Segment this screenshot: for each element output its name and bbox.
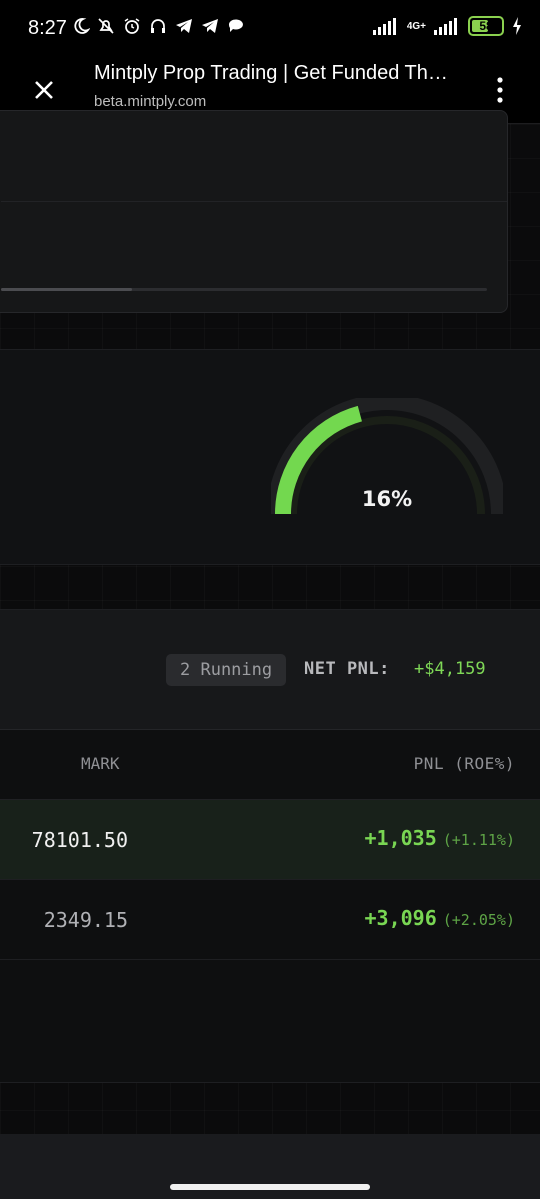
pnl-cell: +1,035 (+1.11%) bbox=[365, 826, 516, 850]
chart-panel bbox=[0, 110, 508, 313]
positions-panel: 2 Running NET PNL: +$4,159 MARK PNL (ROE… bbox=[0, 609, 540, 1083]
network-type: 4G+ bbox=[406, 20, 426, 32]
pnl-value: +1,035 bbox=[364, 826, 437, 850]
roe-value: (+1.11%) bbox=[442, 831, 515, 849]
battery-icon: 58 bbox=[468, 16, 504, 36]
charging-icon bbox=[513, 17, 521, 35]
more-vert-icon[interactable] bbox=[490, 72, 510, 108]
headset-icon bbox=[151, 19, 165, 33]
net-pnl-value: +$4,159 bbox=[414, 659, 486, 679]
pnl-value: +3,096 bbox=[364, 906, 437, 930]
chart-scrollbar-track[interactable] bbox=[1, 288, 487, 291]
mute-icon bbox=[98, 18, 114, 34]
column-header-mark: MARK bbox=[81, 754, 120, 773]
pnl-cell: +3,096 (+2.05%) bbox=[365, 906, 516, 930]
running-badge[interactable]: 2 Running bbox=[166, 654, 287, 686]
table-row[interactable]: 78101.50 +1,035 (+1.11%) bbox=[0, 800, 540, 880]
gauge-value: 16% bbox=[361, 487, 413, 511]
chart-scrollbar-thumb[interactable] bbox=[1, 288, 133, 291]
moon-icon bbox=[74, 18, 90, 34]
roe-value: (+2.05%) bbox=[442, 911, 515, 929]
signal-icon bbox=[434, 18, 457, 35]
chart-gridline bbox=[1, 201, 507, 202]
table-row[interactable]: 2349.15 +3,096 (+2.05%) bbox=[0, 880, 540, 960]
status-icons-left bbox=[70, 16, 246, 36]
signal-icon bbox=[372, 18, 396, 35]
net-pnl-label: NET PNL: bbox=[304, 659, 390, 679]
status-time: 8:27 bbox=[28, 17, 67, 39]
telegram-icon bbox=[176, 19, 192, 33]
page-url[interactable]: beta.mintply.com bbox=[94, 93, 206, 110]
close-icon[interactable] bbox=[24, 70, 64, 110]
status-icons-right: 4G+ 58 bbox=[372, 16, 522, 36]
app-screen: 8:27 4G+ 58 Mintply Prop Trading | Get F… bbox=[0, 0, 540, 1199]
battery-percent: 58 bbox=[479, 19, 493, 33]
mark-price: 2349.15 bbox=[43, 908, 128, 932]
mark-price: 78101.50 bbox=[31, 828, 128, 852]
system-nav-bar bbox=[0, 1134, 540, 1199]
column-header-pnl: PNL (ROE%) bbox=[413, 754, 515, 773]
page-title: Mintply Prop Trading | Get Funded Th… bbox=[94, 62, 448, 84]
alarm-icon bbox=[124, 18, 140, 34]
table-header: MARK PNL (ROE%) bbox=[0, 730, 540, 800]
home-gesture-pill[interactable] bbox=[170, 1184, 370, 1190]
telegram-icon bbox=[202, 19, 218, 33]
status-bar: 8:27 4G+ 58 bbox=[0, 0, 540, 58]
positions-header: 2 Running NET PNL: +$4,159 bbox=[0, 610, 540, 730]
chat-bubble-icon bbox=[228, 19, 243, 32]
